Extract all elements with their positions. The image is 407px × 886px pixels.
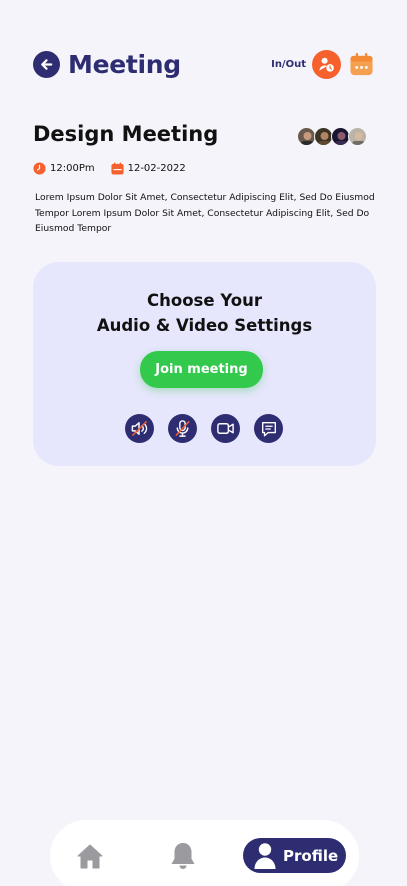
- microphone-toggle-button[interactable]: [168, 414, 197, 443]
- video-toggle-button[interactable]: [211, 414, 240, 443]
- chat-icon: [261, 421, 276, 436]
- arrow-left-icon: [41, 58, 53, 70]
- back-button[interactable]: [33, 50, 60, 78]
- av-controls: [125, 414, 283, 443]
- inout-button[interactable]: [312, 49, 341, 79]
- user-clock-icon: [319, 57, 334, 72]
- join-meeting-button[interactable]: Join meeting: [140, 351, 263, 388]
- settings-title-line1: Choose Your: [147, 291, 262, 310]
- bottom-nav: Profile: [50, 820, 359, 886]
- inout-label: In/Out: [271, 58, 306, 70]
- calendar-button[interactable]: [349, 52, 374, 77]
- nav-notifications-button[interactable]: [168, 840, 198, 872]
- nav-profile-label: Profile: [283, 846, 339, 865]
- avatar: [348, 127, 367, 146]
- calendar-icon: [350, 52, 373, 75]
- clock-icon: [33, 162, 46, 175]
- meeting-date: 12-02-2022: [111, 162, 186, 175]
- chat-toggle-button[interactable]: [254, 414, 283, 443]
- meeting-title: Design Meeting: [33, 122, 219, 146]
- video-camera-icon: [217, 423, 234, 434]
- settings-card: Choose Your Audio & Video Settings Join …: [33, 262, 376, 466]
- home-icon: [77, 844, 103, 869]
- calendar-small-icon: [111, 162, 124, 175]
- header: Meeting In/Out: [33, 48, 374, 80]
- settings-title: Choose Your Audio & Video Settings: [33, 288, 376, 338]
- header-actions: In/Out: [271, 49, 374, 79]
- meeting-description: Lorem Ipsum Dolor Sit Amet, Consectetur …: [35, 192, 375, 234]
- nav-profile-button[interactable]: Profile: [243, 838, 346, 873]
- profile-icon: [252, 841, 278, 871]
- speaker-muted-icon: [131, 421, 148, 436]
- nav-home-button[interactable]: [75, 842, 105, 872]
- microphone-muted-icon: [175, 420, 190, 437]
- meeting-date-text: 12-02-2022: [127, 163, 186, 174]
- settings-title-line2: Audio & Video Settings: [96, 316, 313, 335]
- participant-avatars[interactable]: [297, 127, 367, 146]
- page-title: Meeting: [68, 49, 181, 79]
- bell-icon: [171, 843, 195, 869]
- speaker-toggle-button[interactable]: [125, 414, 154, 443]
- meeting-time-text: 12:00Pm: [50, 163, 95, 174]
- meeting-meta: 12:00Pm 12-02-2022: [33, 162, 186, 175]
- meeting-time: 12:00Pm: [33, 162, 95, 175]
